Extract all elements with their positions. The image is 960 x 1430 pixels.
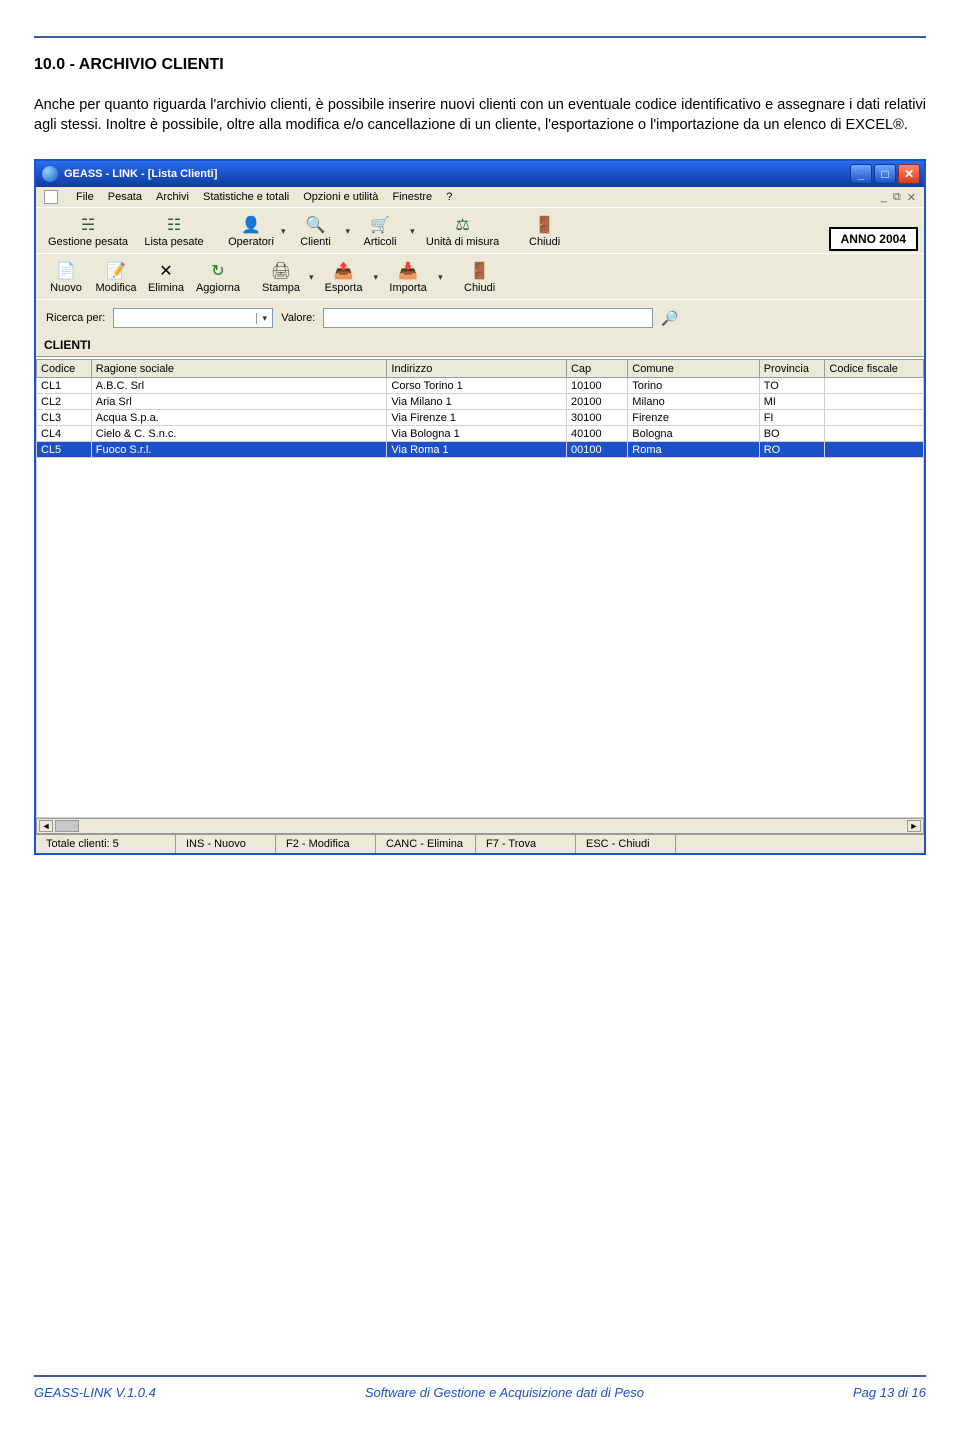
dropdown-arrow-icon[interactable]: ▾ bbox=[278, 226, 289, 237]
ricerca-combo[interactable]: ▾ bbox=[113, 308, 273, 328]
body-paragraph: Anche per quanto riguarda l'archivio cli… bbox=[34, 96, 926, 135]
window-title: GEASS - LINK - [Lista Clienti] bbox=[64, 168, 217, 180]
menu-help[interactable]: ? bbox=[446, 191, 452, 203]
search-bar: Ricerca per: ▾ Valore: 🔎 bbox=[36, 299, 924, 334]
mdi-doc-icon bbox=[44, 190, 58, 204]
new-doc-icon: 📄 bbox=[54, 260, 78, 282]
grid-icon: ☵ bbox=[76, 214, 100, 236]
binoculars-icon[interactable]: 🔎 bbox=[661, 310, 678, 327]
status-esc: ESC - Chiudi bbox=[576, 835, 676, 853]
toolbar-sub: 📄 Nuovo 📝 Modifica ✕ Elimina ↻ Aggiorna … bbox=[36, 253, 924, 299]
tool-modifica[interactable]: 📝 Modifica bbox=[90, 257, 142, 297]
minimize-button[interactable]: _ bbox=[850, 164, 872, 184]
import-icon: 📥 bbox=[396, 260, 420, 282]
tool-nuovo[interactable]: 📄 Nuovo bbox=[42, 257, 90, 297]
status-f2: F2 - Modifica bbox=[276, 835, 376, 853]
tool-esporta[interactable]: 📤 Esporta bbox=[317, 257, 371, 297]
tool-aggiorna[interactable]: ↻ Aggiorna bbox=[190, 257, 246, 297]
person-icon: 👤 bbox=[239, 214, 263, 236]
grid-wrap: Codice Ragione sociale Indirizzo Cap Com… bbox=[36, 356, 924, 834]
status-ins: INS - Nuovo bbox=[176, 835, 276, 853]
col-comune[interactable]: Comune bbox=[628, 360, 759, 378]
tool-articoli[interactable]: 🛒 Articoli bbox=[353, 211, 407, 251]
scroll-thumb[interactable] bbox=[55, 820, 79, 832]
scroll-right-icon[interactable]: ► bbox=[907, 820, 921, 832]
menu-finestre[interactable]: Finestre bbox=[392, 191, 432, 203]
chevron-down-icon: ▾ bbox=[256, 313, 272, 324]
tool-clienti[interactable]: 🔍 Clienti bbox=[289, 211, 343, 251]
footer-right: Pag 13 di 16 bbox=[853, 1385, 926, 1400]
col-codice[interactable]: Codice bbox=[37, 360, 92, 378]
dropdown-arrow-icon[interactable]: ▾ bbox=[343, 226, 354, 237]
table-row[interactable]: CL2Aria SrlVia Milano 120100MilanoMI bbox=[37, 394, 924, 410]
app-window: GEASS - LINK - [Lista Clienti] _ □ ✕ Fil… bbox=[34, 159, 926, 855]
footer-center: Software di Gestione e Acquisizione dati… bbox=[365, 1385, 644, 1400]
scale-icon: ⚖ bbox=[451, 214, 475, 236]
tool-importa[interactable]: 📥 Importa bbox=[381, 257, 435, 297]
edit-icon: 📝 bbox=[104, 260, 128, 282]
col-codfisc[interactable]: Codice fiscale bbox=[825, 360, 924, 378]
status-f7: F7 - Trova bbox=[476, 835, 576, 853]
mdi-minimize-icon[interactable]: _ bbox=[881, 191, 887, 204]
door-icon: 🚪 bbox=[533, 214, 557, 236]
mdi-close-icon[interactable]: ✕ bbox=[907, 191, 916, 204]
maximize-button[interactable]: □ bbox=[874, 164, 896, 184]
grid-empty-area bbox=[36, 458, 924, 818]
mdi-restore-icon[interactable]: ⧉ bbox=[893, 191, 901, 204]
tool-gestione-pesata[interactable]: ☵ Gestione pesata bbox=[42, 211, 134, 251]
tool-elimina[interactable]: ✕ Elimina bbox=[142, 257, 190, 297]
footer-left: GEASS-LINK V.1.0.4 bbox=[34, 1385, 156, 1400]
list-icon: ☷ bbox=[162, 214, 186, 236]
titlebar: GEASS - LINK - [Lista Clienti] _ □ ✕ bbox=[36, 161, 924, 187]
menu-opzioni[interactable]: Opzioni e utilità bbox=[303, 191, 378, 203]
page-footer: GEASS-LINK V.1.0.4 Software di Gestione … bbox=[34, 1375, 926, 1400]
magnifier-icon: 🔍 bbox=[304, 214, 328, 236]
col-ragione[interactable]: Ragione sociale bbox=[91, 360, 387, 378]
col-cap[interactable]: Cap bbox=[566, 360, 627, 378]
valore-label: Valore: bbox=[281, 312, 315, 324]
anno-badge: ANNO 2004 bbox=[829, 227, 918, 251]
statusbar: Totale clienti: 5 INS - Nuovo F2 - Modif… bbox=[36, 834, 924, 853]
table-row[interactable]: CL4Cielo & C. S.n.c.Via Bologna 140100Bo… bbox=[37, 426, 924, 442]
menu-archivi[interactable]: Archivi bbox=[156, 191, 189, 203]
door-icon: 🚪 bbox=[468, 260, 492, 282]
menubar: File Pesata Archivi Statistiche e totali… bbox=[36, 187, 924, 207]
print-icon: 🖨 bbox=[269, 260, 293, 282]
ricerca-label: Ricerca per: bbox=[46, 312, 105, 324]
delete-icon: ✕ bbox=[154, 260, 178, 282]
valore-input[interactable] bbox=[323, 308, 653, 328]
col-provincia[interactable]: Provincia bbox=[759, 360, 825, 378]
app-icon bbox=[42, 166, 58, 182]
tool-unita-misura[interactable]: ⚖ Unità di misura bbox=[418, 211, 508, 251]
dropdown-arrow-icon[interactable]: ▾ bbox=[407, 226, 418, 237]
dropdown-arrow-icon[interactable]: ▾ bbox=[435, 272, 446, 283]
cart-icon: 🛒 bbox=[368, 214, 392, 236]
tool-operatori[interactable]: 👤 Operatori bbox=[224, 211, 278, 251]
status-total: Totale clienti: 5 bbox=[36, 835, 176, 853]
export-icon: 📤 bbox=[332, 260, 356, 282]
grid-title: CLIENTI bbox=[36, 334, 924, 356]
close-button[interactable]: ✕ bbox=[898, 164, 920, 184]
horizontal-scrollbar[interactable]: ◄ ► bbox=[36, 818, 924, 834]
section-title: 10.0 - ARCHIVIO CLIENTI bbox=[34, 56, 926, 74]
dropdown-arrow-icon[interactable]: ▾ bbox=[371, 272, 382, 283]
page-top-rule bbox=[34, 36, 926, 38]
tool-stampa[interactable]: 🖨 Stampa bbox=[256, 257, 306, 297]
clienti-grid: Codice Ragione sociale Indirizzo Cap Com… bbox=[36, 359, 924, 458]
tool-chiudi-sub[interactable]: 🚪 Chiudi bbox=[456, 257, 504, 297]
dropdown-arrow-icon[interactable]: ▾ bbox=[306, 272, 317, 283]
tool-lista-pesate[interactable]: ☷ Lista pesate bbox=[134, 211, 214, 251]
refresh-icon: ↻ bbox=[206, 260, 230, 282]
menu-file[interactable]: File bbox=[76, 191, 94, 203]
toolbar-main: ☵ Gestione pesata ☷ Lista pesate 👤 Opera… bbox=[36, 207, 924, 253]
col-indirizzo[interactable]: Indirizzo bbox=[387, 360, 567, 378]
status-canc: CANC - Elimina bbox=[376, 835, 476, 853]
menu-statistiche[interactable]: Statistiche e totali bbox=[203, 191, 289, 203]
menu-pesata[interactable]: Pesata bbox=[108, 191, 142, 203]
scroll-left-icon[interactable]: ◄ bbox=[39, 820, 53, 832]
table-row[interactable]: CL3Acqua S.p.a.Via Firenze 130100Firenze… bbox=[37, 410, 924, 426]
table-row[interactable]: CL1A.B.C. SrlCorso Torino 110100TorinoTO bbox=[37, 378, 924, 394]
tool-chiudi-main[interactable]: 🚪 Chiudi bbox=[518, 211, 572, 251]
table-row[interactable]: CL5Fuoco S.r.l.Via Roma 100100RomaRO bbox=[37, 442, 924, 458]
